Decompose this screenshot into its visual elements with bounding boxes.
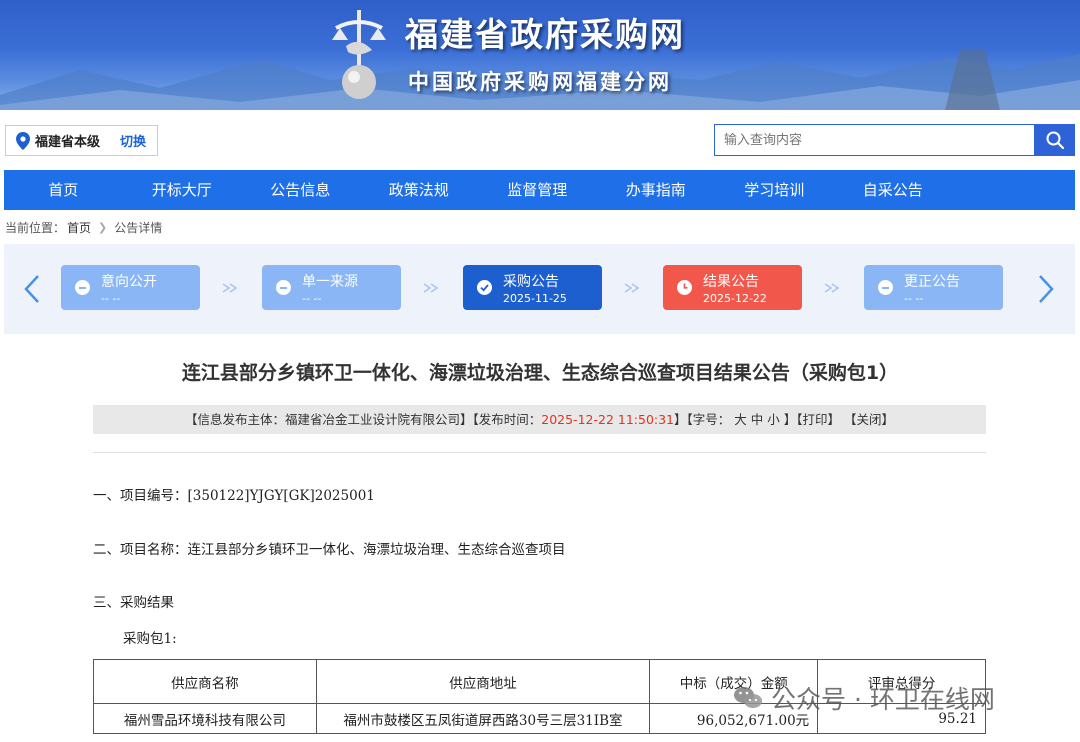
print-button[interactable]: 】【打印】 [784,412,840,427]
stage-name: 单一来源 [302,274,358,290]
wechat-watermark: 公众号 · 环卫在线网 [733,680,995,716]
search-icon [1046,131,1064,149]
result-heading: 三、采购结果 [93,595,174,611]
divider [93,452,986,453]
breadcrumb: 当前位置： 首页 ❯ 公告详情 [5,219,162,236]
main-nav: 首页 开标大厅 公告信息 政策法规 监督管理 办事指南 学习培训 自采公告 [4,170,1075,210]
nav-home[interactable]: 首页 [4,170,123,210]
nav-bid-hall[interactable]: 开标大厅 [123,170,242,210]
minus-circle-icon [75,280,90,295]
breadcrumb-home-link[interactable]: 首页 [67,219,91,236]
double-arrow-icon [624,283,640,293]
table-header: 供应商地址 [315,659,651,704]
stage-date: 2025-11-25 [503,292,567,305]
stage-name: 意向公开 [101,274,157,290]
chevron-right-icon[interactable] [1034,274,1058,304]
breadcrumb-chevron-icon: ❯ [98,221,108,234]
publish-time: 2025-12-22 11:50:31 [541,412,675,427]
nav-self-procurement[interactable]: 自采公告 [834,170,953,210]
minus-circle-icon [878,280,893,295]
supplier-address: 福州市鼓楼区五凤街道屏西路30号三层31IB室 [315,703,651,734]
font-size-small-button[interactable]: 小 [767,412,780,427]
announcement-meta-bar: 【信息发布主体：福建省冶金工业设计院有限公司】【发布时间：2025-12-22 … [93,405,986,434]
nav-supervision[interactable]: 监督管理 [478,170,597,210]
switch-region-link[interactable]: 切换 [120,131,146,150]
stage-correction-notice[interactable]: 更正公告 -- -- [864,265,1003,310]
stage-name: 结果公告 [703,274,759,290]
nav-announcements[interactable]: 公告信息 [241,170,360,210]
minus-circle-icon [276,280,291,295]
project-name: 二、项目名称：连江县部分乡镇环卫一体化、海漂垃圾治理、生态综合巡查项目 [93,542,566,558]
stage-date: -- -- [101,292,121,305]
close-button[interactable]: 【关闭】 [844,412,894,427]
clock-icon [677,280,692,295]
announcement-title: 连江县部分乡镇环卫一体化、海漂垃圾治理、生态综合巡查项目结果公告（采购包1） [181,362,899,384]
site-subtitle: 中国政府采购网福建分网 [408,70,672,94]
region-label: 福建省本级 [35,135,101,150]
breadcrumb-current: 公告详情 [114,221,163,235]
check-circle-icon [477,280,492,295]
double-arrow-icon [222,283,238,293]
font-size-label: 】【字号： [674,412,731,427]
nav-guide[interactable]: 办事指南 [597,170,716,210]
chevron-left-icon[interactable] [20,274,44,304]
table-header: 供应商名称 [93,659,317,704]
project-number: 一、项目编号：[350122]YJGY[GK]2025001 [93,488,375,504]
double-arrow-icon [423,283,439,293]
publisher-name: 福建省冶金工业设计院有限公司 [284,412,460,427]
font-size-large-button[interactable]: 大 [734,412,747,427]
search-input[interactable] [714,124,1035,156]
wechat-icon [734,687,762,708]
scales-logo [332,10,386,99]
nav-training[interactable]: 学习培训 [715,170,834,210]
font-size-medium-button[interactable]: 中 [751,412,764,427]
region-selector: 福建省本级 切换 [5,125,158,156]
publish-time-label: 】【发布时间： [459,412,542,427]
procurement-stage-tracker: 意向公开 -- -- 单一来源 -- -- 采购公告 2025-11-25 结果… [4,244,1075,334]
stage-date: -- -- [302,292,322,305]
location-pin-icon [16,131,30,150]
double-arrow-icon [824,283,840,293]
stage-name: 采购公告 [503,274,559,290]
stage-result-notice[interactable]: 结果公告 2025-12-22 [663,265,802,310]
stage-procurement-notice[interactable]: 采购公告 2025-11-25 [463,265,602,310]
stage-intent-disclosure[interactable]: 意向公开 -- -- [61,265,200,310]
stage-date: -- -- [904,292,924,305]
site-title: 福建省政府采购网 [405,15,685,54]
supplier-name: 福州雪品环境科技有限公司 [93,703,317,734]
publisher-label: 【信息发布主体： [184,412,285,427]
package-label: 采购包1: [123,631,177,647]
watermark-text: 公众号 · 环卫在线网 [771,685,995,714]
site-banner: 福建省政府采购网 中国政府采购网福建分网 [0,0,1080,110]
stage-name: 更正公告 [904,274,960,290]
stage-date: 2025-12-22 [703,292,767,305]
nav-policies[interactable]: 政策法规 [360,170,479,210]
search-button[interactable] [1035,124,1075,156]
breadcrumb-prefix: 当前位置： [5,221,66,235]
stage-single-source[interactable]: 单一来源 -- -- [262,265,401,310]
